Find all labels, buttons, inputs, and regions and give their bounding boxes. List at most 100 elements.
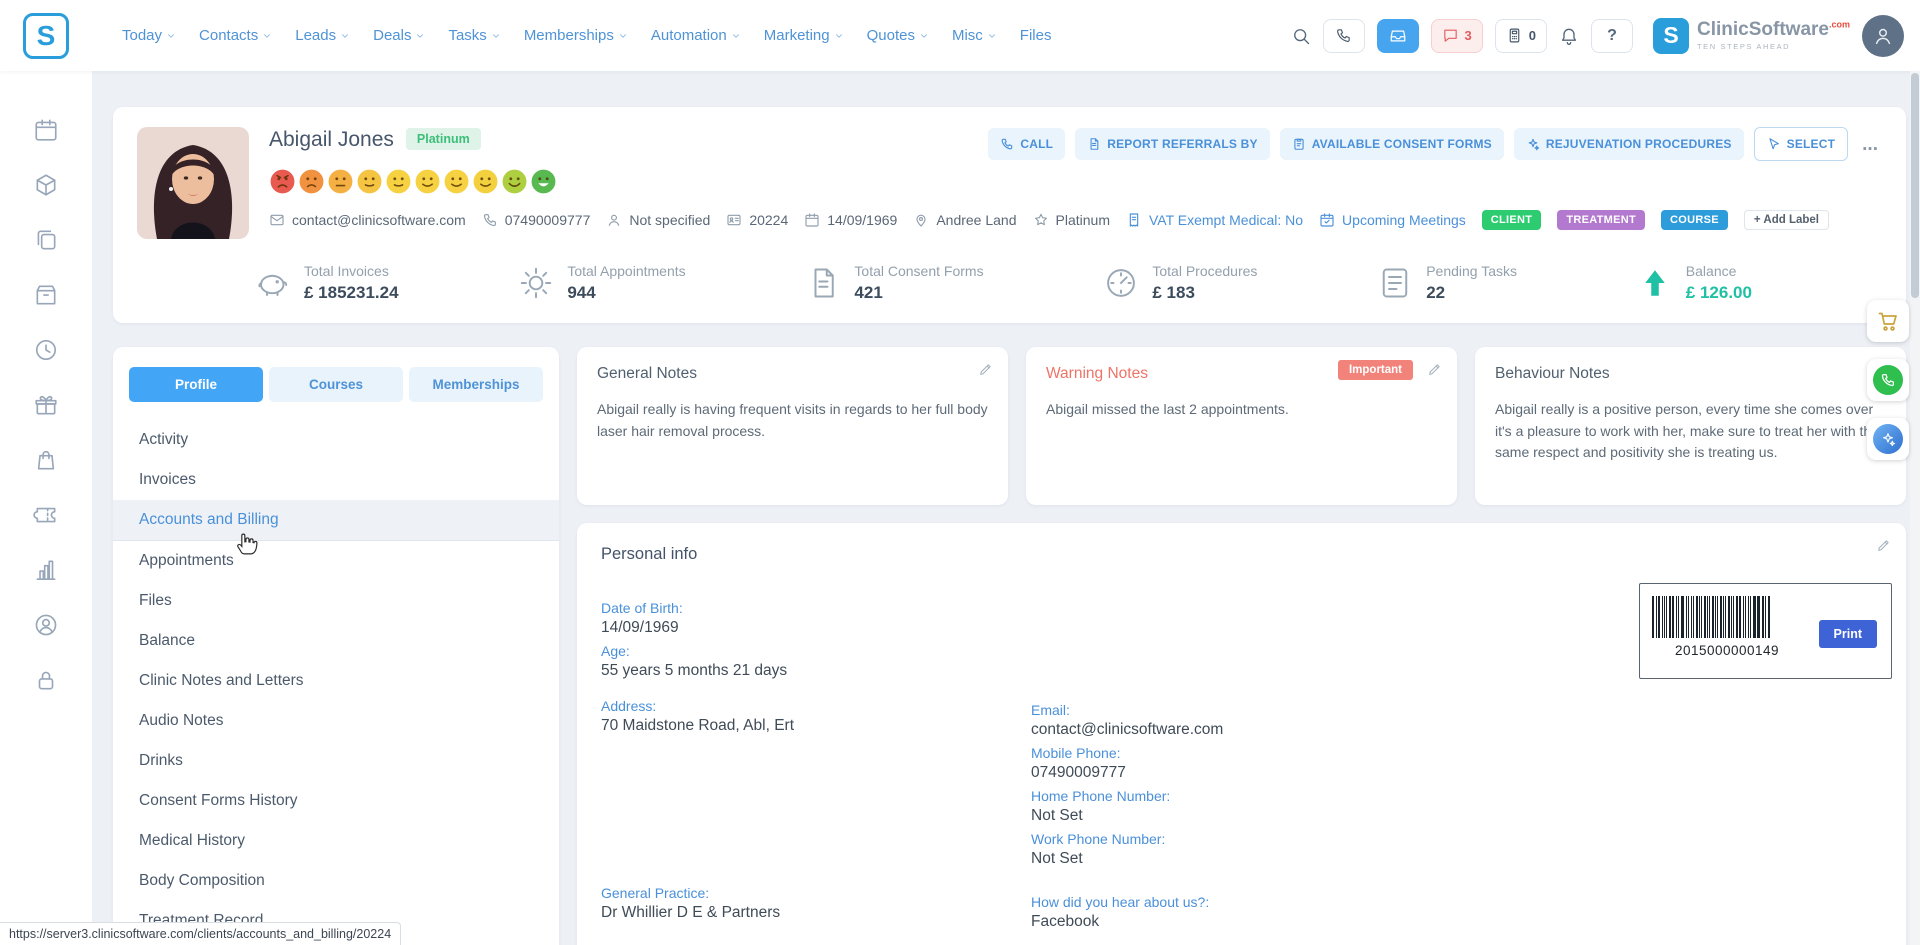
- menu-item-medical-history[interactable]: Medical History: [113, 821, 559, 861]
- client-label-course: COURSE: [1661, 210, 1728, 230]
- field-date-of-birth: Date of Birth:14/09/1969: [601, 600, 1031, 637]
- mood-face-2[interactable]: [298, 168, 325, 195]
- nav-item-quotes[interactable]: Quotes: [867, 27, 929, 44]
- nav-item-files[interactable]: Files: [1020, 27, 1052, 44]
- field-general-practice: General Practice:Dr Whillier D E & Partn…: [601, 885, 1031, 922]
- tab-courses[interactable]: Courses: [269, 367, 403, 402]
- client-stats-row: Total Invoices£ 185231.24Total Appointme…: [137, 263, 1882, 303]
- print-barcode-button[interactable]: Print: [1819, 620, 1877, 648]
- scrollbar-thumb[interactable]: [1911, 73, 1919, 298]
- edit-personal-info-button[interactable]: [1876, 537, 1892, 558]
- notifications-button[interactable]: [1559, 26, 1579, 46]
- sidebar-calendar-button[interactable]: [33, 117, 59, 143]
- sidebar-package-button[interactable]: [33, 282, 59, 308]
- document-icon: [1087, 137, 1101, 151]
- general-notes-text: Abigail really is having frequent visits…: [597, 399, 988, 442]
- select-button[interactable]: SELECT: [1754, 127, 1849, 161]
- clinicsoftware-mark-icon: S: [1653, 18, 1689, 54]
- nav-item-misc[interactable]: Misc: [952, 27, 997, 44]
- sidebar-lock-button[interactable]: [33, 667, 59, 693]
- sidebar-copy-button[interactable]: [33, 227, 59, 253]
- slight-face-icon: [385, 168, 412, 195]
- chevron-down-icon: [618, 31, 628, 41]
- nav-item-automation[interactable]: Automation: [651, 27, 741, 44]
- sidebar-support-button[interactable]: [33, 612, 59, 638]
- client-phone[interactable]: 07490009777: [482, 212, 591, 228]
- tab-profile[interactable]: Profile: [129, 367, 263, 402]
- stat-text: Total Procedures£ 183: [1152, 263, 1257, 303]
- nav-item-marketing[interactable]: Marketing: [764, 27, 844, 44]
- edit-general-notes-button[interactable]: [978, 361, 994, 382]
- menu-item-consent-forms-history[interactable]: Consent Forms History: [113, 781, 559, 821]
- mood-face-1[interactable]: [269, 168, 296, 195]
- call-button[interactable]: CALL: [988, 128, 1065, 160]
- inbox-button[interactable]: [1377, 19, 1419, 53]
- client-portrait-icon: [137, 127, 249, 239]
- menu-item-body-composition[interactable]: Body Composition: [113, 861, 559, 901]
- menu-item-accounts-and-billing[interactable]: Accounts and Billing: [113, 500, 559, 541]
- upcoming-meetings[interactable]: Upcoming Meetings: [1319, 212, 1466, 228]
- sidebar-ticket-button[interactable]: [33, 502, 59, 528]
- menu-item-appointments[interactable]: Appointments: [113, 541, 559, 581]
- call-center-button[interactable]: [1323, 19, 1365, 53]
- whatsapp-button[interactable]: [1867, 359, 1909, 401]
- vertical-scrollbar[interactable]: [1910, 71, 1920, 945]
- menu-item-invoices[interactable]: Invoices: [113, 460, 559, 500]
- nav-item-memberships[interactable]: Memberships: [524, 27, 628, 44]
- sidebar-cube-button[interactable]: [33, 172, 59, 198]
- messages-button[interactable]: 3: [1431, 19, 1483, 53]
- mood-face-3[interactable]: [327, 168, 354, 195]
- menu-item-balance[interactable]: Balance: [113, 621, 559, 661]
- user-menu-button[interactable]: [1862, 15, 1904, 57]
- mood-face-6[interactable]: [414, 168, 441, 195]
- nav-item-tasks[interactable]: Tasks: [448, 27, 500, 44]
- cart-button[interactable]: [1867, 300, 1909, 342]
- sidebar-history-button[interactable]: [33, 337, 59, 363]
- report-referrals-by-button[interactable]: REPORT REFERRALS BY: [1075, 128, 1269, 160]
- client-tier-text: Platinum: [1056, 212, 1110, 228]
- available-consent-forms-button[interactable]: AVAILABLE CONSENT FORMS: [1280, 128, 1504, 160]
- rejuvenation-procedures-button[interactable]: REJUVENATION PROCEDURES: [1514, 128, 1744, 160]
- vat-status[interactable]: VAT Exempt Medical: No: [1126, 212, 1303, 228]
- add-label-button[interactable]: + Add Label: [1744, 210, 1829, 230]
- menu-item-drinks[interactable]: Drinks: [113, 741, 559, 781]
- client-barcode-box: 2015000000149 Print: [1639, 583, 1892, 679]
- tab-memberships[interactable]: Memberships: [409, 367, 543, 402]
- brand-logo[interactable]: S ClinicSoftware.com TEN STEPS AHEAD: [1653, 18, 1850, 54]
- mood-face-9[interactable]: [501, 168, 528, 195]
- mood-face-8[interactable]: [472, 168, 499, 195]
- edit-warning-notes-button[interactable]: [1427, 361, 1443, 382]
- mood-face-4[interactable]: [356, 168, 383, 195]
- mood-face-5[interactable]: [385, 168, 412, 195]
- client-location: Andree Land: [913, 212, 1016, 228]
- nav-item-today[interactable]: Today: [122, 27, 176, 44]
- app-logo[interactable]: S: [0, 13, 92, 59]
- support-icon: [33, 612, 59, 638]
- nav-item-leads[interactable]: Leads: [295, 27, 350, 44]
- mood-face-7[interactable]: [443, 168, 470, 195]
- sidebar-gift-button[interactable]: [33, 392, 59, 418]
- search-button[interactable]: [1291, 26, 1311, 46]
- bag-icon: [33, 447, 59, 473]
- nav-item-deals[interactable]: Deals: [373, 27, 425, 44]
- menu-item-files[interactable]: Files: [113, 581, 559, 621]
- field-value: 14/09/1969: [601, 619, 1031, 637]
- nav-item-contacts[interactable]: Contacts: [199, 27, 272, 44]
- payments-button[interactable]: 0: [1495, 19, 1547, 53]
- sidebar-chart-button[interactable]: [33, 557, 59, 583]
- more-actions-button[interactable]: ...: [1858, 135, 1882, 154]
- button-label: AVAILABLE CONSENT FORMS: [1312, 137, 1492, 151]
- sidebar-bag-button[interactable]: [33, 447, 59, 473]
- sun-icon: [518, 265, 554, 301]
- checklist-icon: [1377, 265, 1413, 301]
- help-button[interactable]: ?: [1591, 19, 1633, 53]
- client-email[interactable]: contact@clinicsoftware.com: [269, 212, 466, 228]
- menu-item-clinic-notes-and-letters[interactable]: Clinic Notes and Letters: [113, 661, 559, 701]
- menu-item-audio-notes[interactable]: Audio Notes: [113, 701, 559, 741]
- mood-face-10[interactable]: [530, 168, 557, 195]
- assistant-button[interactable]: [1867, 418, 1909, 460]
- field-label: Work Phone Number:: [1031, 831, 1882, 847]
- menu-item-activity[interactable]: Activity: [113, 420, 559, 460]
- history-icon: [33, 337, 59, 363]
- nav-item-label: Misc: [952, 27, 983, 44]
